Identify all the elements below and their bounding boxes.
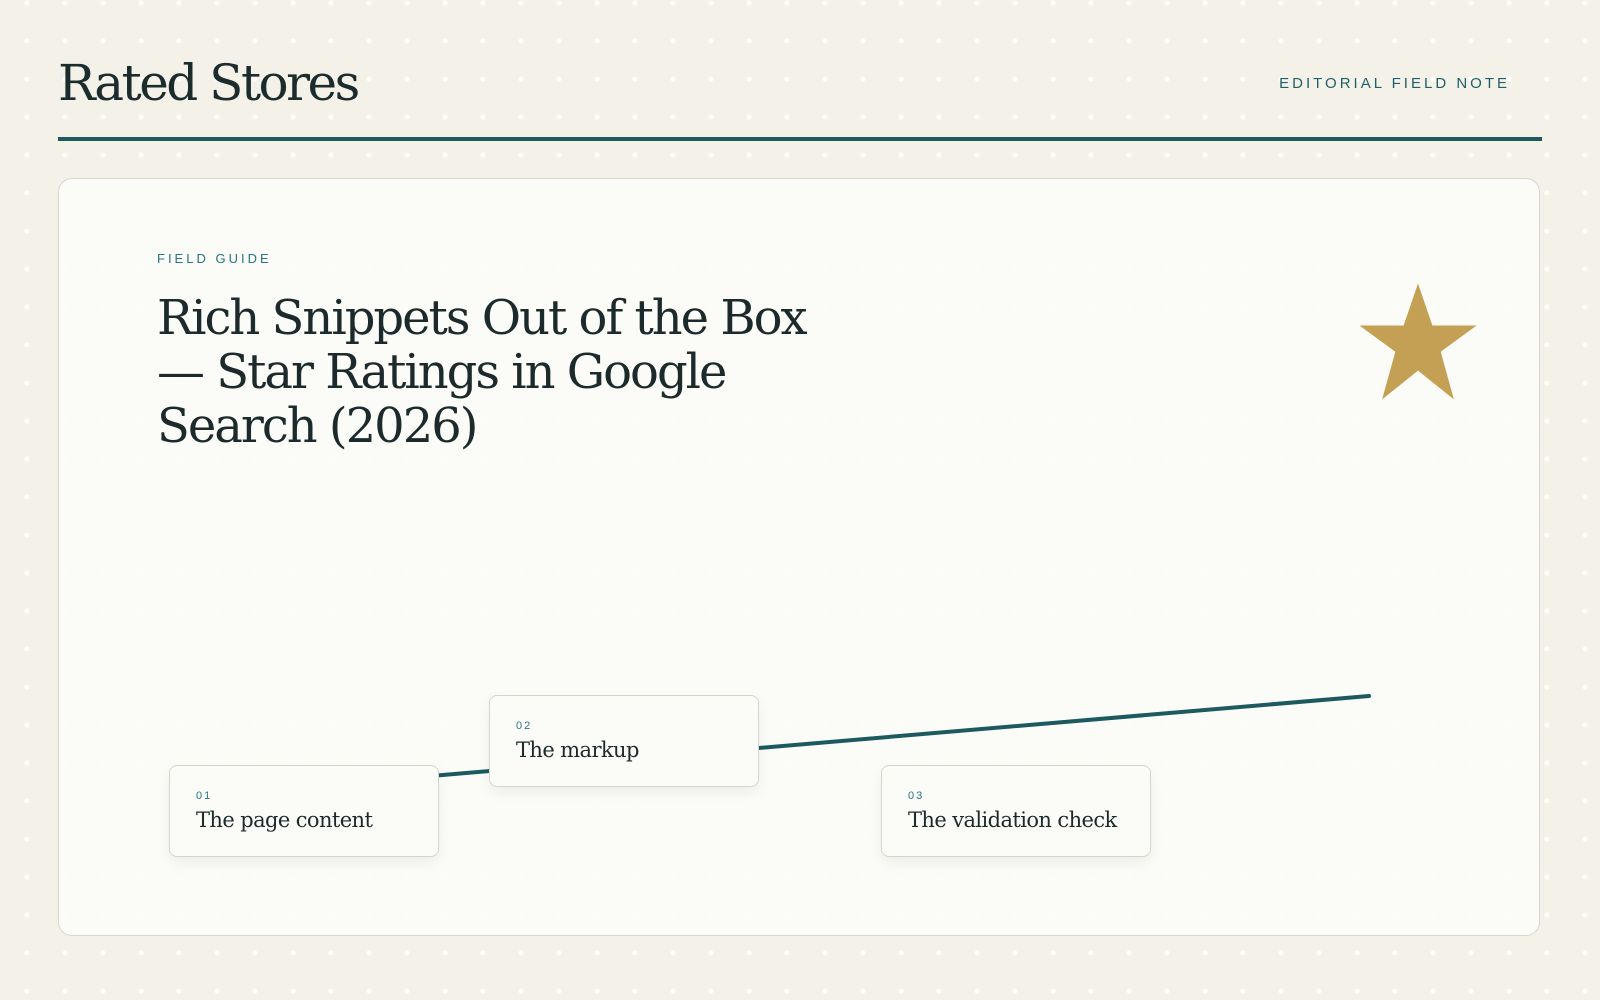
header-rule: [58, 137, 1542, 141]
star-icon: [1359, 283, 1477, 400]
step-number: 01: [196, 790, 213, 802]
step-card-1[interactable]: 01 The page content: [169, 765, 439, 857]
eyebrow-label: FIELD GUIDE: [157, 251, 272, 266]
editorial-kicker: EDITORIAL FIELD NOTE: [1279, 75, 1510, 92]
page-title: Rich Snippets Out of the Box — Star Rati…: [157, 290, 808, 454]
step-number: 02: [516, 720, 533, 732]
step-title: The markup: [516, 738, 639, 762]
step-card-3[interactable]: 03 The validation check: [881, 765, 1151, 857]
step-title: The validation check: [908, 808, 1117, 832]
step-title: The page content: [196, 808, 373, 832]
step-number: 03: [908, 790, 925, 802]
hero-card: FIELD GUIDE Rich Snippets Out of the Box…: [58, 178, 1540, 936]
step-card-2[interactable]: 02 The markup: [489, 695, 759, 787]
brand-title: Rated Stores: [58, 54, 360, 112]
